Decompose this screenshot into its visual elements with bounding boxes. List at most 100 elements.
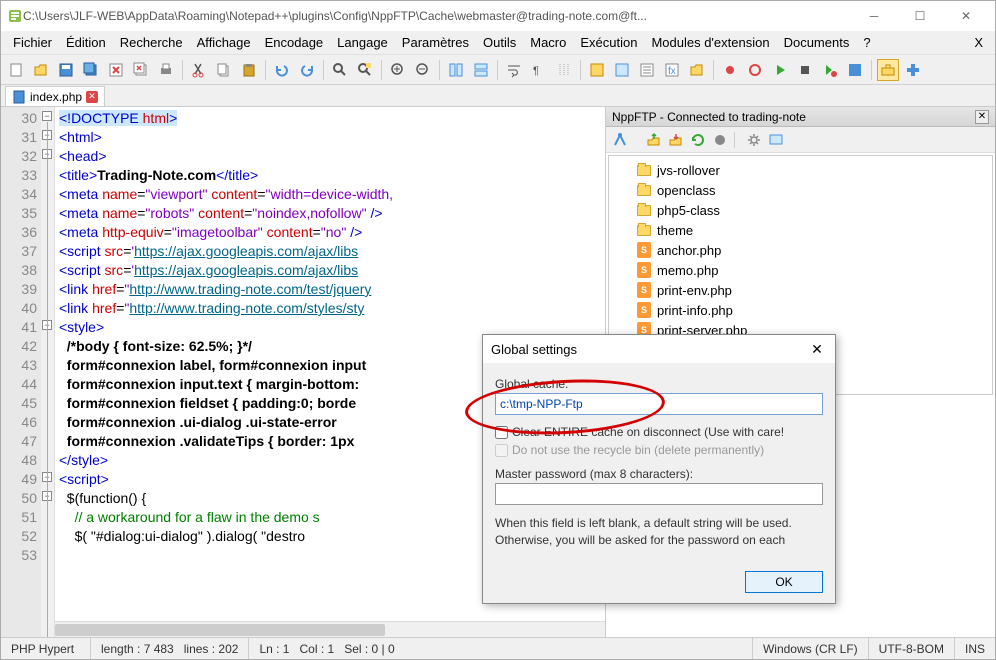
sync-h-icon[interactable] (470, 59, 492, 81)
status-encoding: UTF-8-BOM (869, 638, 955, 659)
ftp-folder[interactable]: theme (617, 220, 984, 240)
cut-icon[interactable] (188, 59, 210, 81)
monitor-icon[interactable] (719, 59, 741, 81)
upload-icon[interactable] (646, 132, 662, 148)
replace-icon[interactable] (354, 59, 376, 81)
refresh-icon[interactable] (690, 132, 706, 148)
copy-icon[interactable] (213, 59, 235, 81)
menu-langage[interactable]: Langage (331, 33, 394, 52)
close-file-icon[interactable] (105, 59, 127, 81)
ftp-file[interactable]: memo.php (617, 260, 984, 280)
menu-fichier[interactable]: Fichier (7, 33, 58, 52)
zoom-out-icon[interactable] (412, 59, 434, 81)
recycle-bin-label: Do not use the recycle bin (delete perma… (512, 443, 764, 457)
dialog-title: Global settings (491, 342, 577, 357)
menu-affichage[interactable]: Affichage (191, 33, 257, 52)
master-password-label: Master password (max 8 characters): (495, 467, 823, 481)
allchars-icon[interactable]: ¶ (528, 59, 550, 81)
svg-text:¶: ¶ (533, 65, 539, 77)
ok-button[interactable]: OK (745, 571, 823, 593)
statusbar: PHP Hypert length : 7 483 lines : 202 Ln… (1, 637, 995, 659)
menu-modules[interactable]: Modules d'extension (645, 33, 775, 52)
folder-icon (637, 225, 651, 236)
folder-panel-icon[interactable] (686, 59, 708, 81)
code-area[interactable]: <!DOCTYPE html> <html> <head> <title>Tra… (55, 107, 397, 637)
save-macro-icon[interactable] (844, 59, 866, 81)
php-file-icon (637, 282, 651, 298)
menu-execution[interactable]: Exécution (574, 33, 643, 52)
play-icon[interactable] (769, 59, 791, 81)
func-list-icon[interactable]: fx (661, 59, 683, 81)
menu-help[interactable]: ? (857, 33, 876, 52)
record-icon[interactable] (744, 59, 766, 81)
close-button[interactable]: ✕ (943, 1, 989, 31)
doc-map-icon[interactable] (611, 59, 633, 81)
master-password-input[interactable] (495, 483, 823, 505)
save-all-icon[interactable] (80, 59, 102, 81)
ftp-folder[interactable]: jvs-rollover (617, 160, 984, 180)
recycle-bin-checkbox (495, 444, 508, 457)
find-icon[interactable] (329, 59, 351, 81)
menu-edition[interactable]: Édition (60, 33, 112, 52)
connect-icon[interactable] (612, 132, 628, 148)
menubar: Fichier Édition Recherche Affichage Enco… (1, 31, 995, 55)
app-icon (7, 8, 23, 24)
menu-x[interactable]: X (968, 33, 989, 52)
dialog-close-icon[interactable]: ✕ (807, 339, 827, 359)
settings-icon[interactable] (746, 132, 762, 148)
ftp-folder[interactable]: php5-class (617, 200, 984, 220)
ftp-file[interactable]: print-env.php (617, 280, 984, 300)
undo-icon[interactable] (271, 59, 293, 81)
abort-icon[interactable] (712, 132, 728, 148)
close-all-icon[interactable] (130, 59, 152, 81)
dialog-titlebar[interactable]: Global settings ✕ (483, 335, 835, 363)
messages-icon[interactable] (768, 132, 784, 148)
ftp-file[interactable]: print-info.php (617, 300, 984, 320)
open-file-icon[interactable] (30, 59, 52, 81)
file-icon (12, 90, 26, 104)
lang-icon[interactable] (586, 59, 608, 81)
tab-close-icon[interactable]: ✕ (86, 91, 98, 103)
php-file-icon (637, 242, 651, 258)
ftp-panel-close-icon[interactable]: ✕ (975, 110, 989, 124)
paste-icon[interactable] (238, 59, 260, 81)
maximize-button[interactable]: ☐ (897, 1, 943, 31)
status-eol: Windows (CR LF) (753, 638, 869, 659)
menu-outils[interactable]: Outils (477, 33, 522, 52)
save-icon[interactable] (55, 59, 77, 81)
print-icon[interactable] (155, 59, 177, 81)
clear-cache-label: Clear ENTIRE cache on disconnect (Use wi… (512, 425, 784, 439)
clear-cache-checkbox[interactable] (495, 426, 508, 439)
horizontal-scrollbar[interactable] (55, 621, 605, 637)
zoom-in-icon[interactable] (387, 59, 409, 81)
menu-documents[interactable]: Documents (778, 33, 856, 52)
doc-list-icon[interactable] (636, 59, 658, 81)
menu-recherche[interactable]: Recherche (114, 33, 189, 52)
new-file-icon[interactable] (5, 59, 27, 81)
indent-guide-icon[interactable] (553, 59, 575, 81)
ftp-toolbar (606, 127, 995, 153)
menu-encodage[interactable]: Encodage (259, 33, 330, 52)
plugin-icon[interactable] (902, 59, 924, 81)
minimize-button[interactable]: ─ (851, 1, 897, 31)
status-pos: Ln : 1 Col : 1 Sel : 0 | 0 (249, 638, 753, 659)
global-cache-input[interactable] (495, 393, 823, 415)
tab-index-php[interactable]: index.php ✕ (5, 86, 105, 106)
menu-parametres[interactable]: Paramètres (396, 33, 475, 52)
ftp-file[interactable]: anchor.php (617, 240, 984, 260)
folder-icon (637, 205, 651, 216)
fold-marker[interactable]: − (42, 111, 52, 121)
wrap-icon[interactable] (503, 59, 525, 81)
nppftp-icon[interactable] (877, 59, 899, 81)
dialog-note2: Otherwise, you will be asked for the pas… (495, 532, 823, 549)
download-icon[interactable] (668, 132, 684, 148)
php-file-icon (637, 302, 651, 318)
ftp-folder[interactable]: openclass (617, 180, 984, 200)
menu-macro[interactable]: Macro (524, 33, 572, 52)
sync-v-icon[interactable] (445, 59, 467, 81)
stop-icon[interactable] (794, 59, 816, 81)
redo-icon[interactable] (296, 59, 318, 81)
line-numbers: 3031323334353637383940414243444546474849… (1, 107, 41, 637)
fold-margin[interactable]: − − − − − − (41, 107, 55, 637)
playrec-icon[interactable] (819, 59, 841, 81)
